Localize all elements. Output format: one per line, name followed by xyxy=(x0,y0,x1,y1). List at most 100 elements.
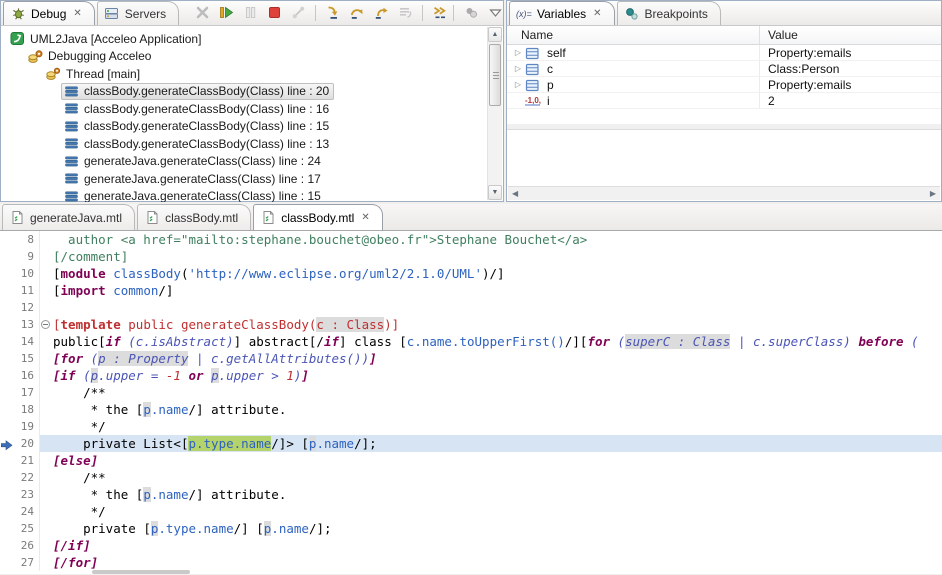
line-number[interactable]: 19 xyxy=(14,418,40,435)
folding-ruler[interactable] xyxy=(40,418,53,435)
folding-ruler[interactable] xyxy=(40,231,53,248)
code-text[interactable]: * the [p.name/] attribute. xyxy=(53,401,942,418)
line-number[interactable]: 11 xyxy=(14,282,40,299)
code-text[interactable]: */ xyxy=(53,418,942,435)
terminate-button[interactable] xyxy=(263,2,285,23)
scroll-down-icon[interactable]: ▼ xyxy=(488,185,502,200)
folding-ruler[interactable] xyxy=(40,316,53,333)
code-line-23[interactable]: 23 * the [p.name/] attribute. xyxy=(0,486,942,503)
line-number[interactable]: 18 xyxy=(14,401,40,418)
variable-name-cell[interactable]: ▷c xyxy=(507,61,760,76)
code-text[interactable]: [/if] xyxy=(53,537,942,554)
code-line-20[interactable]: 20 private List<[p.type.name/]> [p.name/… xyxy=(0,435,942,452)
variable-value-cell[interactable]: 2 xyxy=(760,93,941,108)
tree-item-hit[interactable]: classBody.generateClassBody(Class) line … xyxy=(61,118,334,135)
scroll-right-icon[interactable]: ▶ xyxy=(926,189,940,198)
tree-item-generatejava-generateclass-class-line-24[interactable]: generateJava.generateClass(Class) line :… xyxy=(1,153,503,171)
annotation-ruler[interactable] xyxy=(0,503,14,520)
tree-item-hit[interactable]: classBody.generateClassBody(Class) line … xyxy=(61,135,334,152)
tree-item-classbody-generateclassbody-class-line-16[interactable]: classBody.generateClassBody(Class) line … xyxy=(1,100,503,118)
code-text[interactable]: /** xyxy=(53,384,942,401)
line-number[interactable]: 21 xyxy=(14,452,40,469)
variable-row-p[interactable]: ▷pProperty:emails xyxy=(507,77,941,93)
variable-value-cell[interactable]: Property:emails xyxy=(760,45,941,60)
line-number[interactable]: 12 xyxy=(14,299,40,316)
expand-arrow-icon[interactable]: ▷ xyxy=(511,48,525,57)
tree-item-thread-main[interactable]: Thread [main] xyxy=(1,65,503,83)
line-number[interactable]: 27 xyxy=(14,554,40,571)
folding-ruler[interactable] xyxy=(40,367,53,384)
resume-button[interactable] xyxy=(215,2,237,23)
annotation-ruler[interactable] xyxy=(0,469,14,486)
code-line-14[interactable]: 14 public[if (c.isAbstract)] abstract[/if… xyxy=(0,333,942,350)
line-number[interactable]: 20 xyxy=(14,435,40,452)
view-menu-button[interactable] xyxy=(484,2,506,23)
tree-item-hit[interactable]: generateJava.generateClass(Class) line :… xyxy=(61,170,326,187)
tree-item-hit[interactable]: classBody.generateClassBody(Class) line … xyxy=(61,100,334,117)
annotation-ruler[interactable] xyxy=(0,316,14,333)
folding-ruler[interactable] xyxy=(40,333,53,350)
code-text[interactable]: public[if (c.isAbstract)] abstract[/if] … xyxy=(53,333,942,350)
folding-ruler[interactable] xyxy=(40,554,53,571)
annotation-ruler[interactable] xyxy=(0,418,14,435)
code-text[interactable]: */ xyxy=(53,503,942,520)
folding-ruler[interactable] xyxy=(40,282,53,299)
code-line-21[interactable]: 21 [else] xyxy=(0,452,942,469)
line-number[interactable]: 14 xyxy=(14,333,40,350)
code-text[interactable]: private [p.type.name/] [p.name/]; xyxy=(53,520,942,537)
profile-dots-button[interactable] xyxy=(460,2,482,23)
code-text[interactable]: [if (p.upper = -1 or p.upper > 1)] xyxy=(53,367,942,384)
line-number[interactable]: 25 xyxy=(14,520,40,537)
variable-row-c[interactable]: ▷cClass:Person xyxy=(507,61,941,77)
step-into-button[interactable] xyxy=(322,2,344,23)
tree-item-hit[interactable]: classBody.generateClassBody(Class) line … xyxy=(61,83,334,100)
line-number[interactable]: 13 xyxy=(14,316,40,333)
annotation-ruler[interactable] xyxy=(0,401,14,418)
variable-name-cell[interactable]: ▷p xyxy=(507,77,760,92)
tree-item-classbody-generateclassbody-class-line-13[interactable]: classBody.generateClassBody(Class) line … xyxy=(1,135,503,153)
variable-row-self[interactable]: ▷selfProperty:emails xyxy=(507,45,941,61)
expand-arrow-icon[interactable]: ▷ xyxy=(511,80,525,89)
code-line-10[interactable]: 10[module classBody('http://www.eclipse.… xyxy=(0,265,942,282)
tree-item-debugging-acceleo[interactable]: Debugging Acceleo xyxy=(1,48,503,66)
code-text[interactable]: [for (p : Property | c.getAllAttributes(… xyxy=(53,350,942,367)
folding-ruler[interactable] xyxy=(40,401,53,418)
code-line-18[interactable]: 18 * the [p.name/] attribute. xyxy=(0,401,942,418)
line-number[interactable]: 8 xyxy=(14,231,40,248)
folding-ruler[interactable] xyxy=(40,520,53,537)
line-number[interactable]: 15 xyxy=(14,350,40,367)
code-text[interactable]: /** xyxy=(53,469,942,486)
code-text[interactable]: author <a href="mailto:stephane.bouchet@… xyxy=(53,231,942,248)
annotation-ruler[interactable] xyxy=(0,333,14,350)
folding-ruler[interactable] xyxy=(40,503,53,520)
tree-item-hit[interactable]: UML2Java [Acceleo Application] xyxy=(7,30,206,47)
column-header-name[interactable]: Name xyxy=(507,26,760,44)
folding-ruler[interactable] xyxy=(40,486,53,503)
collapse-fold-icon[interactable] xyxy=(41,320,50,329)
code-text[interactable]: [module classBody('http://www.eclipse.or… xyxy=(53,265,942,282)
code-line-16[interactable]: 16 [if (p.upper = -1 or p.upper > 1)] xyxy=(0,367,942,384)
code-text[interactable]: [else] xyxy=(53,452,942,469)
code-line-17[interactable]: 17 /** xyxy=(0,384,942,401)
annotation-ruler[interactable] xyxy=(0,452,14,469)
scrollbar-thumb[interactable] xyxy=(489,44,501,106)
code-line-12[interactable]: 12 xyxy=(0,299,942,316)
close-tab-icon[interactable]: ✕ xyxy=(73,8,81,19)
tree-item-generatejava-generateclass-class-line-15[interactable]: generateJava.generateClass(Class) line :… xyxy=(1,188,503,203)
remove-all-terminated-button[interactable] xyxy=(191,2,213,23)
code-line-13[interactable]: 13 [template public generateClassBody(c :… xyxy=(0,316,942,333)
annotation-ruler[interactable] xyxy=(0,384,14,401)
tree-item-generatejava-generateclass-class-line-17[interactable]: generateJava.generateClass(Class) line :… xyxy=(1,170,503,188)
folding-ruler[interactable] xyxy=(40,435,53,452)
close-tab-icon[interactable]: ✕ xyxy=(361,212,369,223)
mtl-source-editor[interactable]: 8 author <a href="mailto:stephane.bouche… xyxy=(0,231,942,574)
code-line-9[interactable]: 9[/comment] xyxy=(0,248,942,265)
editor-tab-classbody-mtl[interactable]: classBody.mtl xyxy=(137,204,251,230)
folding-ruler[interactable] xyxy=(40,265,53,282)
disconnect-button[interactable] xyxy=(287,2,309,23)
variable-name-cell[interactable]: -1,0,i xyxy=(507,93,760,108)
folding-ruler[interactable] xyxy=(40,350,53,367)
line-number[interactable]: 16 xyxy=(14,367,40,384)
editor-tab-generatejava-mtl[interactable]: generateJava.mtl xyxy=(2,204,135,230)
code-text[interactable]: [template public generateClassBody(c : C… xyxy=(53,316,942,333)
